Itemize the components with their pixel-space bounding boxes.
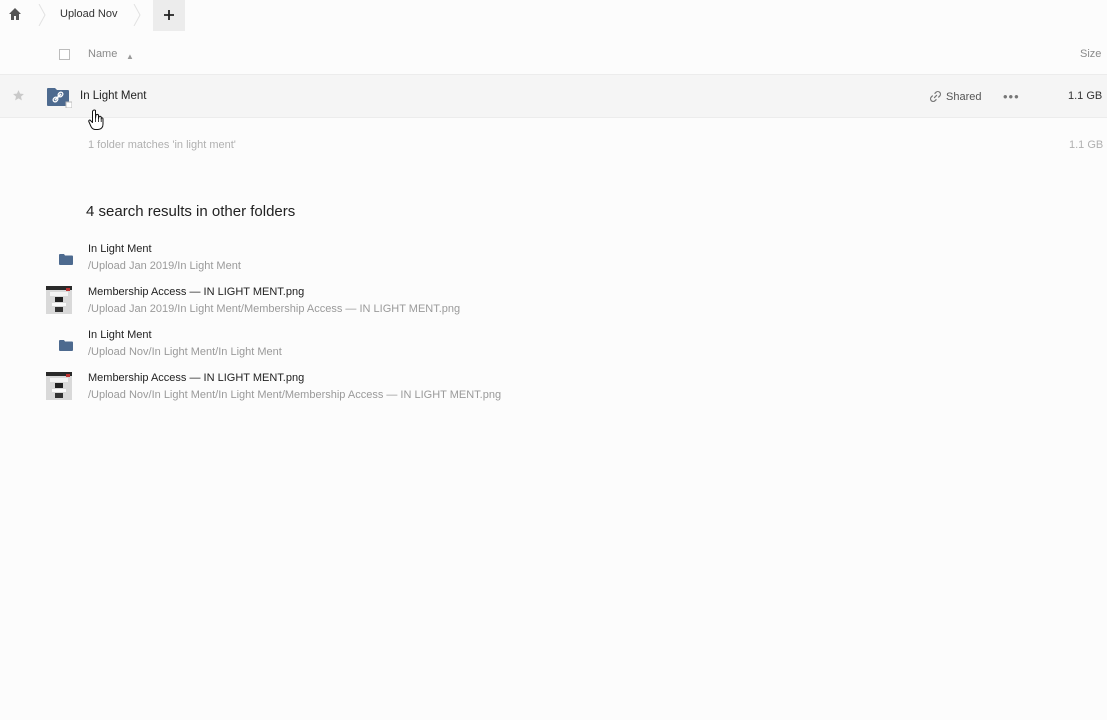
select-all-checkbox[interactable] [59, 49, 70, 60]
image-thumbnail[interactable] [46, 286, 72, 314]
summary-size: 1.1 GB [1069, 139, 1104, 151]
new-button[interactable] [153, 0, 185, 31]
folder-icon[interactable] [59, 252, 73, 265]
file-name[interactable]: In Light Ment [80, 90, 146, 102]
result-name[interactable]: Membership Access — IN LIGHT MENT.png [88, 286, 304, 298]
column-header-name[interactable]: Name [88, 48, 117, 60]
filter-summary: 1 folder matches 'in light ment' [88, 139, 236, 151]
result-path: /Upload Jan 2019/In Light Ment/Membershi… [88, 303, 461, 315]
star-icon[interactable] [12, 89, 26, 103]
shared-folder-icon[interactable] [46, 86, 73, 109]
column-header-size[interactable]: Size [1080, 48, 1101, 60]
breadcrumb: Upload Nov [0, 0, 1107, 31]
result-path: /Upload Nov/In Light Ment/In Light Ment/… [88, 389, 502, 401]
result-name[interactable]: In Light Ment [88, 329, 152, 341]
hand-cursor-icon [88, 109, 104, 131]
breadcrumb-separator [38, 3, 46, 27]
plus-icon [164, 10, 174, 20]
folder-icon[interactable] [59, 338, 73, 351]
file-size: 1.1 GB [1068, 90, 1103, 102]
link-icon [929, 90, 942, 103]
result-name[interactable]: Membership Access — IN LIGHT MENT.png [88, 372, 304, 384]
result-name[interactable]: In Light Ment [88, 243, 152, 255]
image-thumbnail[interactable] [46, 372, 72, 400]
result-path: /Upload Nov/In Light Ment/In Light Ment [88, 346, 282, 358]
other-results-heading: 4 search results in other folders [86, 203, 296, 220]
result-path: /Upload Jan 2019/In Light Ment [88, 260, 241, 272]
share-label: Shared [946, 90, 982, 103]
sort-ascending-icon: ▲ [126, 52, 134, 61]
breadcrumb-separator [133, 3, 141, 27]
share-button[interactable]: Shared [929, 90, 981, 103]
breadcrumb-item-current[interactable]: Upload Nov [60, 8, 117, 20]
divider [0, 117, 1107, 118]
home-icon[interactable] [8, 7, 24, 23]
more-actions-button[interactable]: ••• [1003, 89, 1020, 104]
